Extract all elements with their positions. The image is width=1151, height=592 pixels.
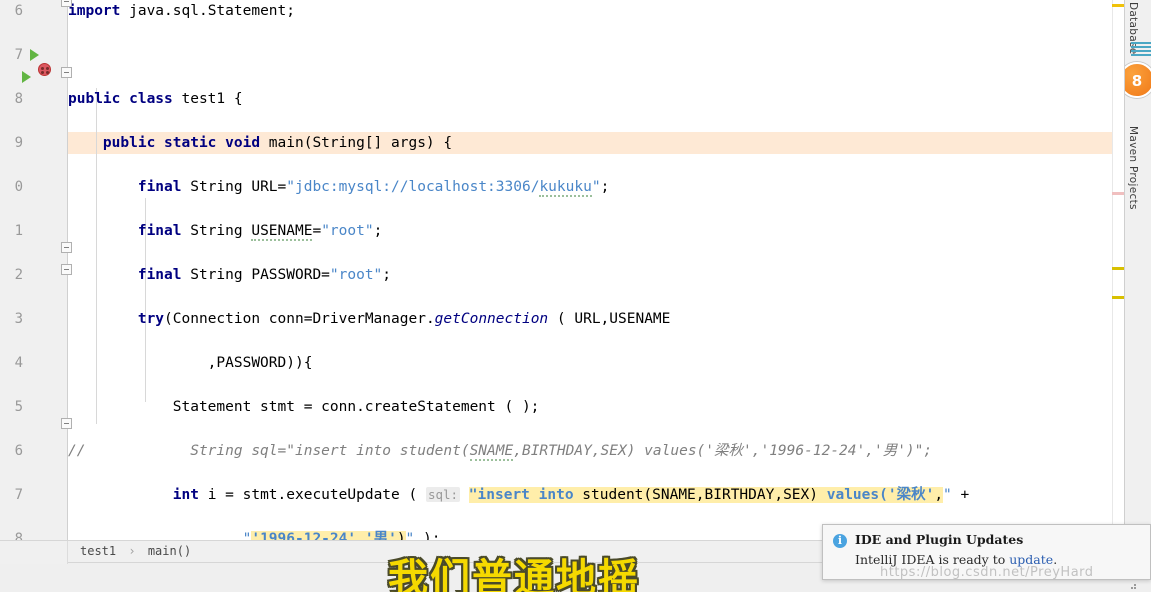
code-line[interactable]: 9 public static void main(String[] args)… <box>0 132 1151 154</box>
breadcrumb-separator-icon: › <box>128 544 136 558</box>
line-number: 5 <box>0 396 27 418</box>
code-text: import java.sql.Statement; <box>68 3 295 19</box>
parameter-hint: sql: <box>425 487 461 502</box>
code-text: final String PASSWORD="root"; <box>137 267 392 283</box>
stripe-warning-mark[interactable] <box>1112 4 1124 7</box>
line-number: 6 <box>0 0 27 22</box>
fold-marker-import[interactable] <box>61 0 72 7</box>
right-tool-window-bar[interactable]: Database Maven Projects 8 <box>1124 0 1151 540</box>
code-line[interactable]: 6 // String sql="insert into student(SNA… <box>0 440 1151 462</box>
sidebar-item-label: Maven Projects <box>1127 126 1139 210</box>
code-editor[interactable]: 6 import java.sql.Statement; 7 8 public … <box>0 0 1151 540</box>
fold-marker-method[interactable] <box>61 67 72 78</box>
code-text: Statement stmt = conn.createStatement ( … <box>68 399 540 415</box>
code-line[interactable]: 1 final String USENAME="root"; <box>0 220 1151 242</box>
watermark-text: https://blog.csdn.net/PreyHard <box>880 565 1094 580</box>
breadcrumb-gutter-spacer <box>0 541 68 564</box>
code-line[interactable]: 0 final String URL="jdbc:mysql://localho… <box>0 176 1151 198</box>
resize-grip-icon[interactable] <box>1127 580 1137 590</box>
line-number: 1 <box>0 220 27 242</box>
run-gutter-arrow-main[interactable] <box>22 71 31 83</box>
code-line[interactable]: 6 import java.sql.Statement; <box>0 0 1151 22</box>
idea-editor-window: 6 import java.sql.Statement; 7 8 public … <box>0 0 1151 592</box>
breadcrumb: test1 › main() <box>80 544 191 558</box>
code-line[interactable]: 5 Statement stmt = conn.createStatement … <box>0 396 1151 418</box>
info-icon: i <box>833 534 847 548</box>
error-stripe-column[interactable] <box>1112 0 1124 540</box>
line-number: 3 <box>0 308 27 330</box>
code-line[interactable]: 7 int i = stmt.executeUpdate ( sql: "ins… <box>0 484 1151 506</box>
line-number: 8 <box>0 88 27 110</box>
breadcrumb-item-class[interactable]: test1 <box>80 544 116 558</box>
stripe-warning-mark[interactable] <box>1112 267 1124 270</box>
stripe-match-mark[interactable] <box>1112 192 1124 195</box>
code-text: ,PASSWORD)){ <box>68 355 313 371</box>
line-number: 0 <box>0 176 27 198</box>
fold-marker-stmt-b[interactable] <box>61 264 72 275</box>
overlay-subtitle: 我们普通地摇 <box>388 556 640 592</box>
code-text: // String sql="insert into student(SNAME… <box>68 443 933 461</box>
code-line[interactable]: 3 try(Connection conn=DriverManager.getC… <box>0 308 1151 330</box>
code-text: final String URL="jdbc:mysql://localhost… <box>137 179 610 197</box>
code-text: final String USENAME="root"; <box>137 223 383 241</box>
code-text: try(Connection conn=DriverManager.getCon… <box>137 311 671 327</box>
notification-title: IDE and Plugin Updates <box>855 532 1024 547</box>
fold-marker-class-end[interactable] <box>61 418 72 429</box>
code-line[interactable]: 2 final String PASSWORD="root"; <box>0 264 1151 286</box>
code-line[interactable]: 7 <box>0 44 1151 66</box>
fold-marker-stmt-a[interactable] <box>61 242 72 253</box>
run-gutter-arrow-class[interactable] <box>30 49 39 61</box>
stripe-warning-mark[interactable] <box>1112 296 1124 299</box>
code-text: "'1996-12-24','男')" ); <box>68 528 440 540</box>
muted-breakpoint-icon[interactable] <box>38 63 51 76</box>
code-text: public class test1 { <box>68 91 243 107</box>
sidebar-item-maven-projects[interactable]: Maven Projects <box>1127 126 1139 210</box>
breadcrumb-item-method[interactable]: main() <box>148 544 191 558</box>
line-number: 6 <box>0 440 27 462</box>
line-number: 9 <box>0 132 27 154</box>
line-number: 4 <box>0 352 27 374</box>
code-line[interactable]: 8 public class test1 { <box>0 88 1151 110</box>
code-lines: 6 import java.sql.Statement; 7 8 public … <box>0 0 1151 540</box>
line-number: 8 <box>0 528 27 540</box>
update-badge-icon[interactable]: 8 <box>1125 62 1151 98</box>
line-number: 7 <box>0 44 27 66</box>
database-icon <box>1131 42 1151 60</box>
code-line[interactable]: 4 ,PASSWORD)){ <box>0 352 1151 374</box>
code-text: public static void main(String[] args) { <box>102 135 453 151</box>
line-number: 2 <box>0 264 27 286</box>
code-text: int i = stmt.executeUpdate ( sql: "inser… <box>172 487 970 503</box>
line-number: 7 <box>0 484 27 506</box>
